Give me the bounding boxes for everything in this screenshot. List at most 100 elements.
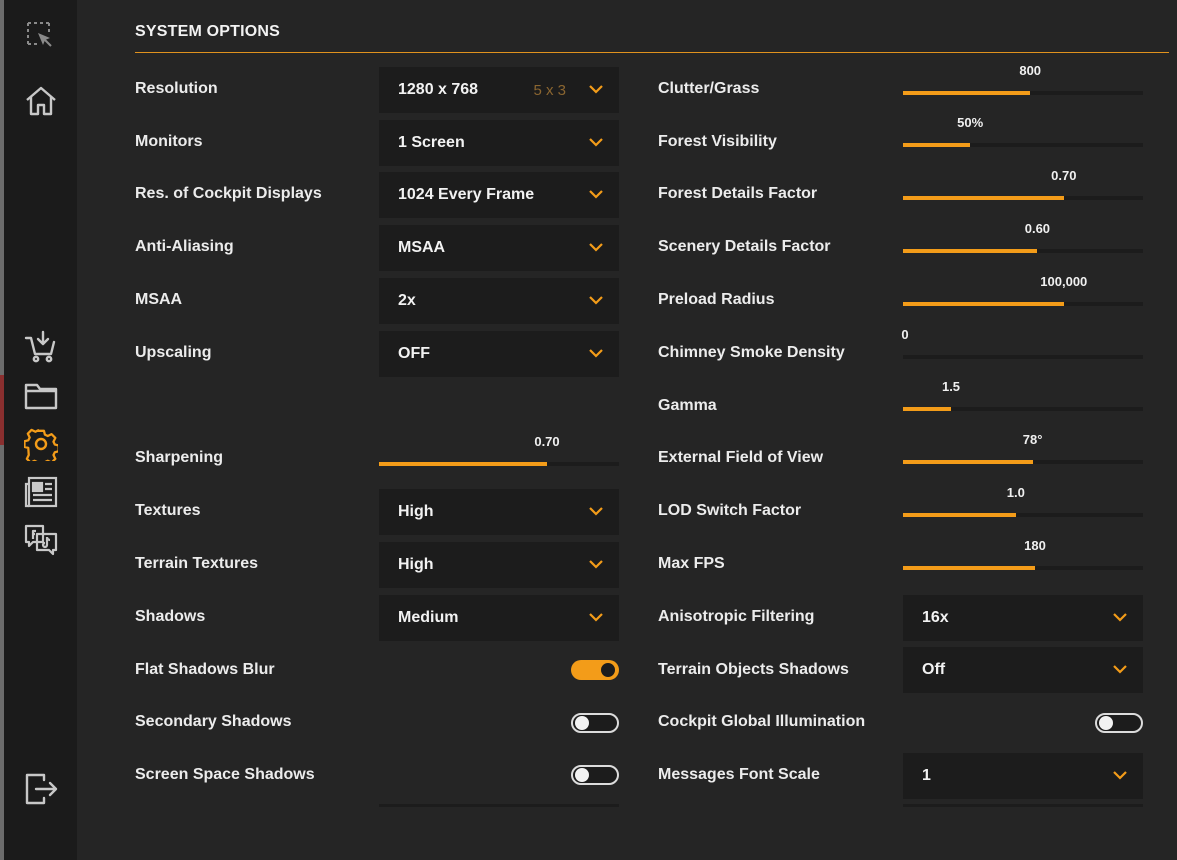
- slider-fill: [903, 513, 1016, 517]
- chevron-down-icon: [589, 613, 603, 622]
- screen-space-shadows-toggle[interactable]: [571, 765, 619, 785]
- terrain-objects-shadows-value: Off: [922, 661, 946, 678]
- chevron-down-icon: [589, 138, 603, 147]
- clutter-grass-slider[interactable]: 800: [903, 63, 1143, 95]
- folder-icon[interactable]: [22, 377, 60, 415]
- gamma-slider[interactable]: 1.5: [903, 379, 1143, 411]
- slider-value: 78°: [1022, 432, 1043, 447]
- slider-value: 0: [901, 327, 909, 342]
- slider-fill: [903, 249, 1038, 253]
- anisotropic-value: 16x: [922, 609, 949, 626]
- sharpening-label: Sharpening: [135, 449, 224, 466]
- terrain-textures-dropdown[interactable]: High: [379, 542, 619, 588]
- home-icon[interactable]: [22, 82, 60, 120]
- news-icon[interactable]: [22, 473, 60, 511]
- slider-value: 800: [1019, 63, 1042, 78]
- shadows-label: Shadows: [135, 608, 206, 625]
- slider-value: 100,000: [1040, 274, 1088, 289]
- settings-gear-icon[interactable]: [22, 425, 60, 463]
- slider-fill: [903, 302, 1064, 306]
- cutoff-control: [379, 804, 619, 807]
- anti-aliasing-value: MSAA: [398, 239, 446, 256]
- max-fps-slider[interactable]: 180: [903, 538, 1143, 570]
- upscaling-label: Upscaling: [135, 344, 212, 361]
- textures-label: Textures: [135, 502, 201, 519]
- msaa-dropdown[interactable]: 2x: [379, 278, 619, 324]
- slider-fill: [903, 91, 1031, 95]
- secondary-shadows-toggle[interactable]: [571, 713, 619, 733]
- secondary-shadows-label: Secondary Shadows: [135, 713, 292, 730]
- max-fps-label: Max FPS: [658, 555, 725, 572]
- title-divider: [135, 52, 1169, 53]
- slider-fill: [903, 143, 971, 147]
- exit-icon[interactable]: [22, 770, 60, 808]
- chevron-down-icon: [589, 507, 603, 516]
- gamma-label: Gamma: [658, 397, 717, 414]
- cockpit-displays-label: Res. of Cockpit Displays: [135, 185, 322, 202]
- anisotropic-label: Anisotropic Filtering: [658, 608, 815, 625]
- shadows-dropdown[interactable]: Medium: [379, 595, 619, 641]
- anisotropic-dropdown[interactable]: 16x: [903, 595, 1143, 641]
- messages-font-scale-label: Messages Font Scale: [658, 766, 820, 783]
- msaa-label: MSAA: [135, 291, 183, 308]
- forest-details-label: Forest Details Factor: [658, 185, 818, 202]
- scenery-details-slider[interactable]: 0.60: [903, 221, 1143, 253]
- preload-radius-slider[interactable]: 100,000: [903, 274, 1143, 306]
- chevron-down-icon: [1113, 771, 1127, 780]
- forest-details-slider[interactable]: 0.70: [903, 168, 1143, 200]
- external-fov-label: External Field of View: [658, 449, 824, 466]
- lod-switch-slider[interactable]: 1.0: [903, 485, 1143, 517]
- chimney-smoke-label: Chimney Smoke Density: [658, 344, 845, 361]
- slider-fill: [903, 566, 1035, 570]
- messages-font-scale-value: 1: [922, 767, 931, 784]
- cockpit-gi-toggle[interactable]: [1095, 713, 1143, 733]
- msaa-value: 2x: [398, 292, 416, 309]
- anti-aliasing-label: Anti-Aliasing: [135, 238, 234, 255]
- select-region-icon[interactable]: [22, 17, 60, 55]
- resolution-dropdown[interactable]: 1280 x 768 5 x 3: [379, 67, 619, 113]
- monitors-dropdown[interactable]: 1 Screen: [379, 120, 619, 166]
- shadows-value: Medium: [398, 609, 459, 626]
- anti-aliasing-dropdown[interactable]: MSAA: [379, 225, 619, 271]
- screen-space-shadows-label: Screen Space Shadows: [135, 766, 315, 783]
- slider-fill: [379, 462, 547, 466]
- chevron-down-icon: [589, 560, 603, 569]
- resolution-value: 1280 x 768: [398, 81, 479, 98]
- terrain-objects-shadows-label: Terrain Objects Shadows: [658, 661, 849, 678]
- upscaling-value: OFF: [398, 345, 430, 362]
- cockpit-gi-label: Cockpit Global Illumination: [658, 713, 866, 730]
- forest-visibility-slider[interactable]: 50%: [903, 115, 1143, 147]
- slider-value: 0.60: [1024, 221, 1051, 236]
- cart-download-icon[interactable]: [22, 328, 60, 366]
- monitors-label: Monitors: [135, 133, 203, 150]
- chevron-down-icon: [1113, 665, 1127, 674]
- slider-fill: [903, 407, 951, 411]
- slider-value: 1.5: [941, 379, 961, 394]
- chevron-down-icon: [589, 296, 603, 305]
- textures-dropdown[interactable]: High: [379, 489, 619, 535]
- slider-value: 0.70: [1051, 168, 1077, 183]
- flat-shadows-blur-label: Flat Shadows Blur: [135, 661, 275, 678]
- flat-shadows-blur-toggle[interactable]: [571, 660, 619, 680]
- sharpening-slider[interactable]: 0.70: [379, 434, 619, 466]
- chimney-smoke-slider[interactable]: 0: [901, 327, 1143, 359]
- lod-switch-label: LOD Switch Factor: [658, 502, 802, 519]
- forest-visibility-label: Forest Visibility: [658, 133, 777, 150]
- cutoff-control: [903, 804, 1143, 807]
- clutter-grass-label: Clutter/Grass: [658, 80, 760, 97]
- slider-value: 0.70: [534, 434, 560, 449]
- chevron-down-icon: [1113, 613, 1127, 622]
- preload-radius-label: Preload Radius: [658, 291, 775, 308]
- system-options-panel: SYSTEM OPTIONS Resolution Monitors Res. …: [77, 0, 1177, 860]
- scenery-details-label: Scenery Details Factor: [658, 238, 831, 255]
- slider-value: 1.0: [1006, 485, 1025, 500]
- external-fov-slider[interactable]: 78°: [903, 432, 1143, 464]
- social-chat-icon[interactable]: [22, 521, 60, 559]
- terrain-textures-label: Terrain Textures: [135, 555, 259, 572]
- cockpit-displays-dropdown[interactable]: 1024 Every Frame: [379, 172, 619, 218]
- upscaling-dropdown[interactable]: OFF: [379, 331, 619, 377]
- terrain-objects-shadows-dropdown[interactable]: Off: [903, 647, 1143, 693]
- messages-font-scale-dropdown[interactable]: 1: [903, 753, 1143, 799]
- slider-value: 180: [1024, 538, 1046, 553]
- monitors-value: 1 Screen: [398, 134, 465, 151]
